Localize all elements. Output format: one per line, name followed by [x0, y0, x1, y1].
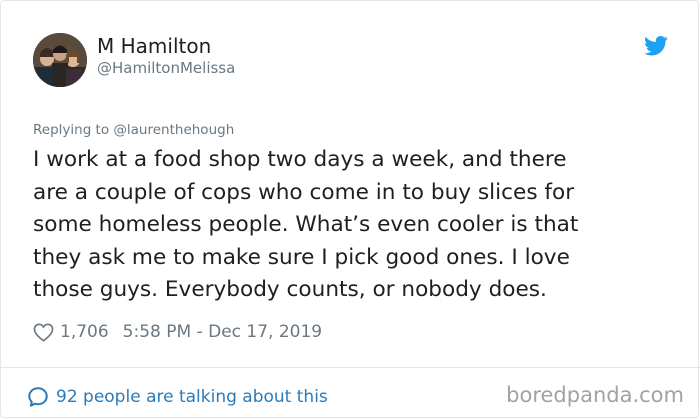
- like-count[interactable]: 1,706: [60, 322, 109, 342]
- twitter-bird-icon[interactable]: [644, 36, 668, 56]
- author-name[interactable]: M Hamilton: [97, 34, 211, 58]
- divider: [1, 367, 700, 368]
- watermark: boredpanda.com: [506, 383, 684, 407]
- timestamp[interactable]: 5:58 PM - Dec 17, 2019: [123, 322, 322, 342]
- speech-bubble-icon: [28, 387, 48, 407]
- tweet-text: I work at a food shop two days a week, a…: [33, 147, 579, 302]
- author-handle[interactable]: @HamiltonMelissa: [97, 59, 235, 77]
- conversation-link[interactable]: 92 people are talking about this: [27, 383, 328, 411]
- avatar-photo: [33, 33, 87, 87]
- avatar[interactable]: [33, 33, 87, 87]
- replying-to[interactable]: Replying to @laurenthehough: [33, 122, 234, 138]
- tweet-meta: 1,706 5:58 PM - Dec 17, 2019: [33, 319, 322, 345]
- heart-icon[interactable]: [33, 322, 54, 342]
- conversation-label: 92 people are talking about this: [56, 387, 328, 407]
- tweet-card: M Hamilton @HamiltonMelissa Replying to …: [0, 0, 700, 418]
